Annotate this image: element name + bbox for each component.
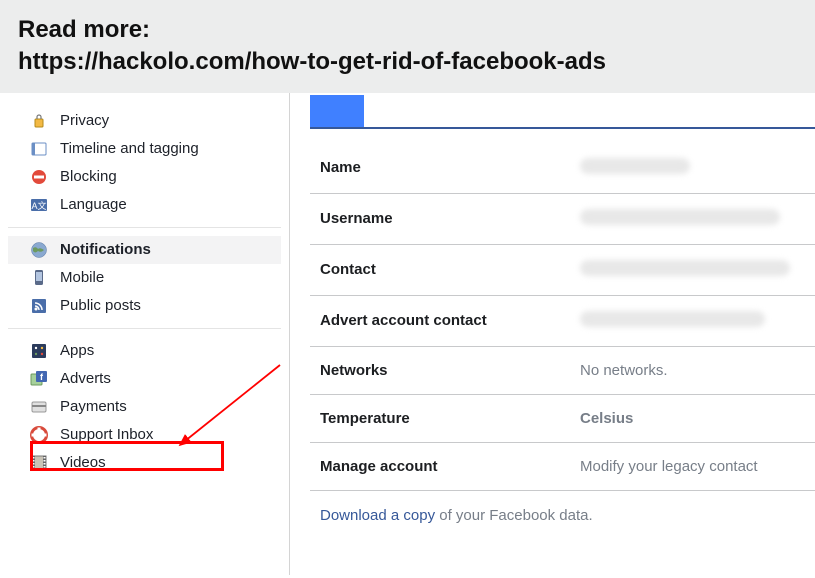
payments-icon xyxy=(30,398,48,416)
sidebar-item-support-inbox[interactable]: Support Inbox xyxy=(8,421,281,449)
language-icon: A文 xyxy=(30,196,48,214)
row-name[interactable]: Name xyxy=(310,143,815,194)
row-value-manage-account: Modify your legacy contact xyxy=(580,458,815,475)
sidebar-item-mobile[interactable]: Mobile xyxy=(8,264,281,292)
row-label-networks: Networks xyxy=(320,362,580,379)
sidebar-item-privacy[interactable]: Privacy xyxy=(8,107,281,135)
banner-line1: Read more: xyxy=(18,14,797,46)
row-label-advert-contact: Advert account contact xyxy=(320,312,580,329)
apps-icon xyxy=(30,342,48,360)
row-username[interactable]: Username xyxy=(310,194,815,245)
row-temperature[interactable]: Temperature Celsius xyxy=(310,395,815,443)
sidebar-item-label: Notifications xyxy=(60,241,151,258)
row-label-name: Name xyxy=(320,159,580,176)
sidebar-item-label: Language xyxy=(60,196,127,213)
sidebar-item-payments[interactable]: Payments xyxy=(8,393,281,421)
videos-icon xyxy=(30,454,48,472)
sidebar-item-label: Videos xyxy=(60,454,106,471)
tab-active[interactable] xyxy=(310,95,364,127)
sidebar-item-label: Adverts xyxy=(60,370,111,387)
sidebar-item-label: Mobile xyxy=(60,269,104,286)
row-networks[interactable]: Networks No networks. xyxy=(310,347,815,395)
row-value-networks: No networks. xyxy=(580,362,815,379)
row-advert-contact[interactable]: Advert account contact xyxy=(310,296,815,347)
sidebar-item-adverts[interactable]: f Adverts xyxy=(8,365,281,393)
download-suffix: of your Facebook data. xyxy=(435,507,593,524)
row-label-contact: Contact xyxy=(320,261,580,278)
sidebar-item-label: Payments xyxy=(60,398,127,415)
overlay-banner: Read more: https://hackolo.com/how-to-ge… xyxy=(0,0,815,93)
main-container: Privacy Timeline and tagging Blocking A文… xyxy=(0,93,815,575)
sidebar-item-language[interactable]: A文 Language xyxy=(8,191,281,219)
svg-text:A文: A文 xyxy=(31,200,46,211)
settings-sidebar: Privacy Timeline and tagging Blocking A文… xyxy=(0,93,290,575)
sidebar-item-apps[interactable]: Apps xyxy=(8,337,281,365)
rss-icon xyxy=(30,297,48,315)
sidebar-item-videos[interactable]: Videos xyxy=(8,449,281,477)
sidebar-group-1: Privacy Timeline and tagging Blocking A文… xyxy=(8,107,281,228)
sidebar-item-notifications[interactable]: Notifications xyxy=(8,236,281,264)
sidebar-group-3: Apps f Adverts Payments Support Inbox xyxy=(8,337,281,485)
download-copy-link[interactable]: Download a copy xyxy=(320,507,435,524)
row-value-username xyxy=(580,209,815,229)
sidebar-item-label: Timeline and tagging xyxy=(60,140,199,157)
row-contact[interactable]: Contact xyxy=(310,245,815,296)
sidebar-item-label: Public posts xyxy=(60,297,141,314)
sidebar-item-timeline[interactable]: Timeline and tagging xyxy=(8,135,281,163)
sidebar-item-label: Privacy xyxy=(60,112,109,129)
settings-content: Name Username Contact Advert account con… xyxy=(290,93,815,575)
banner-line2: https://hackolo.com/how-to-get-rid-of-fa… xyxy=(18,46,797,78)
tab-bar xyxy=(310,95,815,129)
globe-icon xyxy=(30,241,48,259)
row-value-contact xyxy=(580,260,815,280)
support-icon xyxy=(30,426,48,444)
sidebar-group-2: Notifications Mobile Public posts xyxy=(8,236,281,329)
sidebar-item-public-posts[interactable]: Public posts xyxy=(8,292,281,320)
download-data-line: Download a copy of your Facebook data. xyxy=(310,491,815,524)
row-value-advert-contact xyxy=(580,311,815,331)
sidebar-item-label: Blocking xyxy=(60,168,117,185)
settings-rows: Name Username Contact Advert account con… xyxy=(310,143,815,491)
sidebar-item-label: Support Inbox xyxy=(60,426,153,443)
row-manage-account[interactable]: Manage account Modify your legacy contac… xyxy=(310,443,815,491)
timeline-icon xyxy=(30,140,48,158)
sidebar-item-blocking[interactable]: Blocking xyxy=(8,163,281,191)
blocking-icon xyxy=(30,168,48,186)
row-label-username: Username xyxy=(320,210,580,227)
privacy-icon xyxy=(30,112,48,130)
row-label-temperature: Temperature xyxy=(320,410,580,427)
row-value-name xyxy=(580,158,815,178)
row-value-temperature: Celsius xyxy=(580,410,815,427)
sidebar-item-label: Apps xyxy=(60,342,94,359)
adverts-icon: f xyxy=(30,370,48,388)
row-label-manage-account: Manage account xyxy=(320,458,580,475)
mobile-icon xyxy=(30,269,48,287)
